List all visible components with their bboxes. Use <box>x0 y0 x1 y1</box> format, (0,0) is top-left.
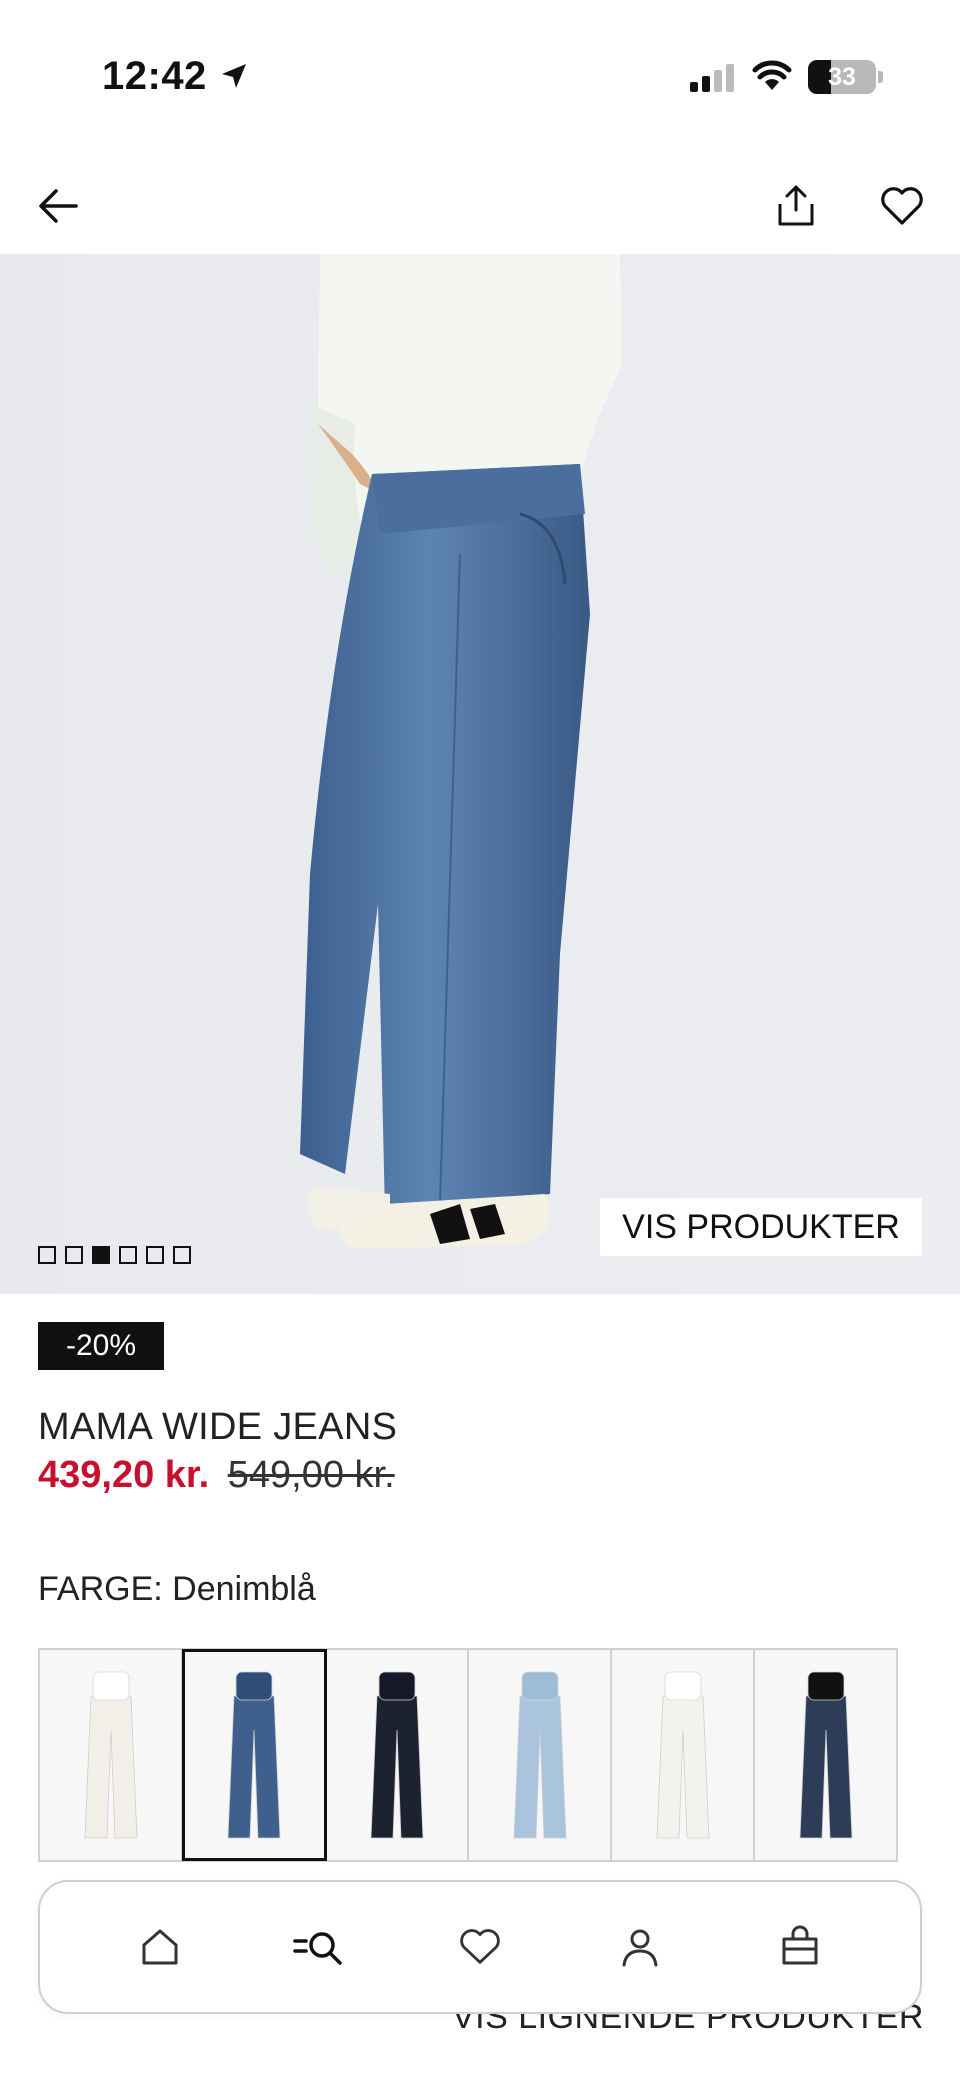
bag-icon <box>782 1925 818 1965</box>
gallery-dot-active[interactable] <box>92 1246 110 1264</box>
jeans-thumbnail <box>799 1671 852 1839</box>
favorite-button[interactable] <box>874 178 930 234</box>
jeans-thumbnail <box>513 1671 566 1839</box>
status-time: 12:42 <box>102 54 207 98</box>
product-image[interactable]: VIS PRODUKTER <box>0 254 960 1294</box>
tab-home[interactable] <box>128 1915 192 1979</box>
color-swatch[interactable] <box>469 1650 612 1860</box>
signal-icon <box>690 64 734 92</box>
bottom-tab-bar <box>38 1880 922 2014</box>
gallery-dot[interactable] <box>119 1246 137 1264</box>
show-products-button[interactable]: VIS PRODUKTER <box>600 1198 922 1256</box>
color-swatch[interactable] <box>755 1650 896 1860</box>
tab-favorites[interactable] <box>448 1915 512 1979</box>
jeans-thumbnail <box>656 1671 709 1839</box>
jeans-thumbnail <box>84 1671 137 1839</box>
heart-icon <box>881 187 923 225</box>
gallery-dot[interactable] <box>146 1246 164 1264</box>
gallery-indicator <box>38 1246 191 1264</box>
search-menu-icon <box>293 1932 342 1965</box>
sale-price: 439,20 kr. <box>38 1454 210 1496</box>
battery-icon: 33 <box>808 60 876 94</box>
color-swatches <box>38 1648 898 1862</box>
tab-bag[interactable] <box>768 1915 832 1979</box>
price-row: 439,20 kr. 549,00 kr. <box>38 1454 395 1497</box>
product-title: MAMA WIDE JEANS <box>38 1406 398 1448</box>
account-icon <box>622 1929 658 1967</box>
gallery-dot[interactable] <box>38 1246 56 1264</box>
home-icon <box>142 1929 178 1965</box>
share-icon <box>778 185 814 226</box>
jeans-thumbnail <box>370 1671 423 1839</box>
heart-icon <box>460 1929 500 1964</box>
battery-level: 33 <box>828 63 856 91</box>
original-price: 549,00 kr. <box>227 1454 395 1496</box>
tab-account[interactable] <box>608 1915 672 1979</box>
color-swatch[interactable] <box>182 1649 327 1861</box>
share-button[interactable] <box>768 178 824 234</box>
color-swatch[interactable] <box>612 1650 755 1860</box>
tab-search[interactable] <box>288 1915 352 1979</box>
color-label: FARGE: Denimblå <box>38 1570 316 1608</box>
color-swatch[interactable] <box>40 1650 183 1860</box>
jeans-thumbnail <box>227 1671 280 1839</box>
top-navigation <box>0 160 960 252</box>
discount-badge: -20% <box>38 1322 164 1370</box>
location-arrow-icon <box>222 64 246 88</box>
wifi-icon <box>752 60 792 90</box>
gallery-dot[interactable] <box>173 1246 191 1264</box>
gallery-dot[interactable] <box>65 1246 83 1264</box>
back-arrow-icon <box>39 189 78 223</box>
status-bar: 12:42 33 <box>0 0 960 150</box>
color-swatch[interactable] <box>326 1650 469 1860</box>
back-button[interactable] <box>30 178 86 234</box>
product-photo <box>0 254 960 1294</box>
